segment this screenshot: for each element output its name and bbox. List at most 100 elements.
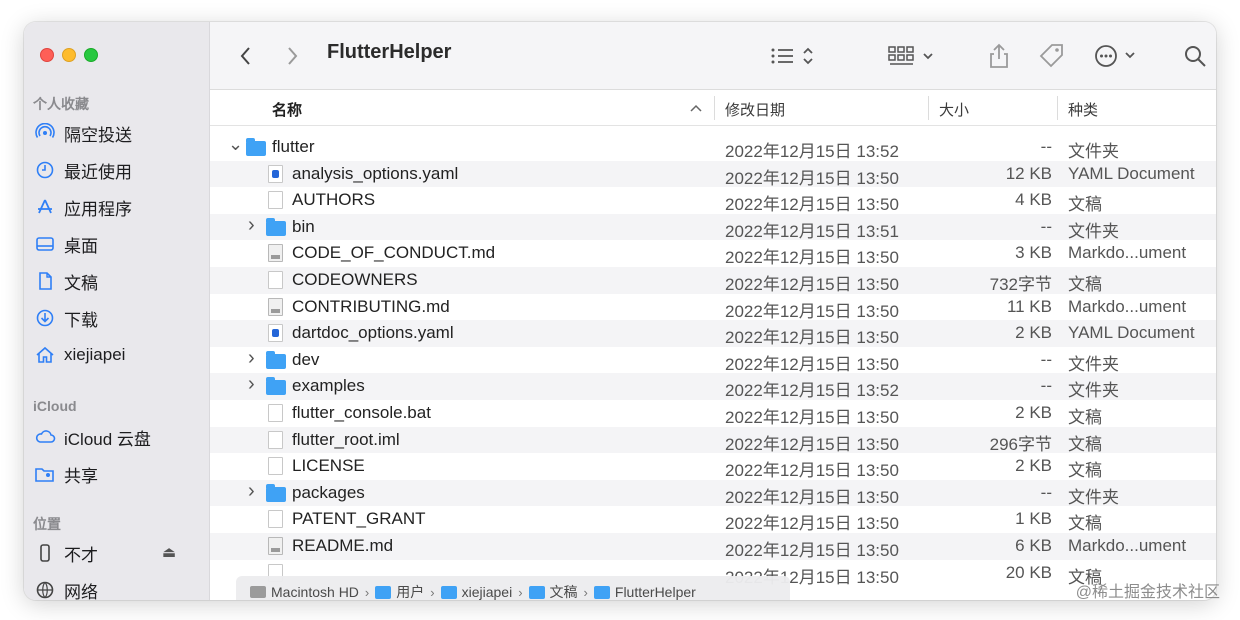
file-list: ⌄ flutter 2022年12月15日 13:52 -- 文件夹 analysis_o… [210,134,1216,600]
path-bar: Macintosh HD › 用户 › xiejiapei › 文稿 › FlutterHelp… [236,576,790,600]
tag-button[interactable] [1038,40,1066,72]
file-row[interactable]: CONTRIBUTING.md 2022年12月15日 13:50 11 KB Mar… [210,294,1216,321]
folder-icon [266,350,286,369]
disk-icon [250,586,266,598]
zoom-button[interactable] [84,48,98,62]
eject-icon[interactable]: ⏏ [162,543,176,561]
file-date: 2022年12月15日 13:50 [725,541,899,560]
sidebar-item-label: 应用程序 [64,199,132,219]
file-kind: 文件夹 [1068,221,1119,241]
file-row[interactable]: › examples 2022年12月15日 13:52 -- 文件夹 [210,373,1216,400]
file-name: flutter_console.bat [292,403,431,422]
column-separator[interactable] [714,96,715,120]
close-button[interactable] [40,48,54,62]
file-row[interactable]: flutter_root.iml 2022年12月15日 13:50 296字节 文稿 [210,426,1216,454]
path-item[interactable]: FlutterHelper [593,584,696,600]
file-row[interactable]: flutter_console.bat 2022年12月15日 13:50 2 KB… [210,400,1216,427]
file-row[interactable]: › dev 2022年12月15日 13:50 -- 文件夹 [210,347,1216,374]
finder-window: 个人收藏 隔空投送 最近使用 应用程序 桌面 文稿 下载 xiejiapei i… [24,22,1216,600]
file-row[interactable]: PATENT_GRANT 2022年12月15日 13:50 1 KB 文稿 [210,506,1216,533]
path-item[interactable]: Macintosh HD [250,584,359,600]
file-row[interactable]: analysis_options.yaml 2022年12月15日 13:50 12… [210,160,1216,188]
column-size[interactable]: 大小 [939,99,969,120]
share-button[interactable] [988,40,1010,72]
sort-ascending-icon[interactable] [690,103,702,113]
file-row[interactable]: dartdoc_options.yaml 2022年12月15日 13:50 2 K… [210,320,1216,347]
file-name: PATENT_GRANT [292,509,426,529]
sidebar-item-home[interactable]: xiejiapei [34,341,125,369]
sidebar-item-icloud-drive[interactable]: iCloud 云盘 [34,423,151,451]
file-row[interactable]: AUTHORS 2022年12月15日 13:50 4 KB 文稿 [210,187,1216,214]
path-item[interactable]: 用户 [375,582,424,600]
file-row[interactable]: CODE_OF_CONDUCT.md 2022年12月15日 13:50 3 KB M… [210,240,1216,267]
doc-file-icon [268,510,283,529]
path-item[interactable]: 文稿 [528,582,578,600]
sidebar-item-downloads[interactable]: 下载 [34,304,98,332]
search-button[interactable] [1183,40,1207,72]
chevron-right-icon [288,47,298,65]
file-name: flutter_root.iml [292,429,400,449]
file-name: LICENSE [292,456,365,476]
cloud-icon [34,426,56,448]
chevron-right-icon[interactable]: › [248,480,262,503]
sidebar-item-airdrop[interactable]: 隔空投送 [34,119,132,147]
file-name: README.md [292,536,394,555]
sidebar-item-applications[interactable]: 应用程序 [34,193,132,221]
path-item-label: FlutterHelper [614,584,696,600]
chevron-right-icon[interactable]: › [248,347,262,370]
view-options-button[interactable] [770,40,818,72]
path-item-label: xiejiapei [461,584,513,600]
chevron-right-icon[interactable]: › [248,373,262,396]
sidebar-section-locations: 位置 [33,516,61,532]
minimize-button[interactable] [62,48,76,62]
file-row[interactable]: README.md 2022年12月15日 13:50 6 KB Markdo...u… [210,533,1216,560]
file-row[interactable]: ⌄ flutter 2022年12月15日 13:52 -- 文件夹 [210,134,1216,161]
path-separator-icon: › [583,584,588,600]
document-icon [34,270,56,292]
file-name: CODE_OF_CONDUCT.md [292,243,496,263]
path-item-label: Macintosh HD [271,584,359,600]
sidebar-item-network[interactable]: 网络 [34,576,98,600]
chevron-down-icon[interactable]: ⌄ [228,134,243,155]
sidebar-item-label: 最近使用 [64,162,132,182]
file-size: 6 KB [1015,536,1052,555]
sidebar-item-shared[interactable]: 共享 [34,460,98,488]
more-actions-button[interactable] [1094,40,1140,72]
file-row[interactable]: › packages 2022年12月15日 13:50 -- 文件夹 [210,479,1216,507]
group-button[interactable] [888,40,938,72]
folder-icon [375,585,392,599]
file-date: 2022年12月15日 13:50 [725,434,899,454]
file-date: 2022年12月15日 13:50 [725,408,899,427]
file-date: 2022年12月15日 13:50 [725,275,899,294]
column-separator[interactable] [928,96,929,120]
sidebar-section-favorites: 个人收藏 [33,96,89,112]
file-row[interactable]: LICENSE 2022年12月15日 13:50 2 KB 文稿 [210,453,1216,480]
sidebar-item-device[interactable]: 不才 ⏏ [34,539,204,567]
sidebar-item-desktop[interactable]: 桌面 [34,230,98,258]
chevron-right-icon[interactable]: › [248,214,262,237]
forward-button[interactable] [284,40,300,72]
file-name: bin [292,216,315,236]
path-item-label: 用户 [396,584,425,600]
path-item[interactable]: xiejiapei [440,584,513,600]
toolbar: FlutterHelper [210,22,1216,90]
column-separator[interactable] [1057,96,1058,120]
md-file-icon [268,537,283,555]
column-date[interactable]: 修改日期 [725,99,785,120]
file-row[interactable]: › bin 2022年12月15日 13:51 -- 文件夹 [210,213,1216,241]
column-kind[interactable]: 种类 [1068,99,1098,120]
file-kind: Markdo...ument [1068,296,1187,316]
sidebar-item-label: iCloud 云盘 [64,429,151,449]
column-name[interactable]: 名称 [272,99,302,120]
sidebar-item-documents[interactable]: 文稿 [34,267,98,295]
sidebar-item-label: 下载 [64,310,98,330]
file-date: 2022年12月15日 13:52 [725,142,899,161]
file-date: 2022年12月15日 13:50 [725,168,899,188]
file-row[interactable]: CODEOWNERS 2022年12月15日 13:50 732字节 文稿 [210,267,1216,294]
back-button[interactable] [238,40,254,72]
path-separator-icon: › [430,584,435,600]
file-kind: 文件夹 [1068,354,1119,374]
file-name: CONTRIBUTING.md [292,296,450,316]
doc-file-icon [268,430,283,449]
sidebar-item-recents[interactable]: 最近使用 [34,156,132,184]
